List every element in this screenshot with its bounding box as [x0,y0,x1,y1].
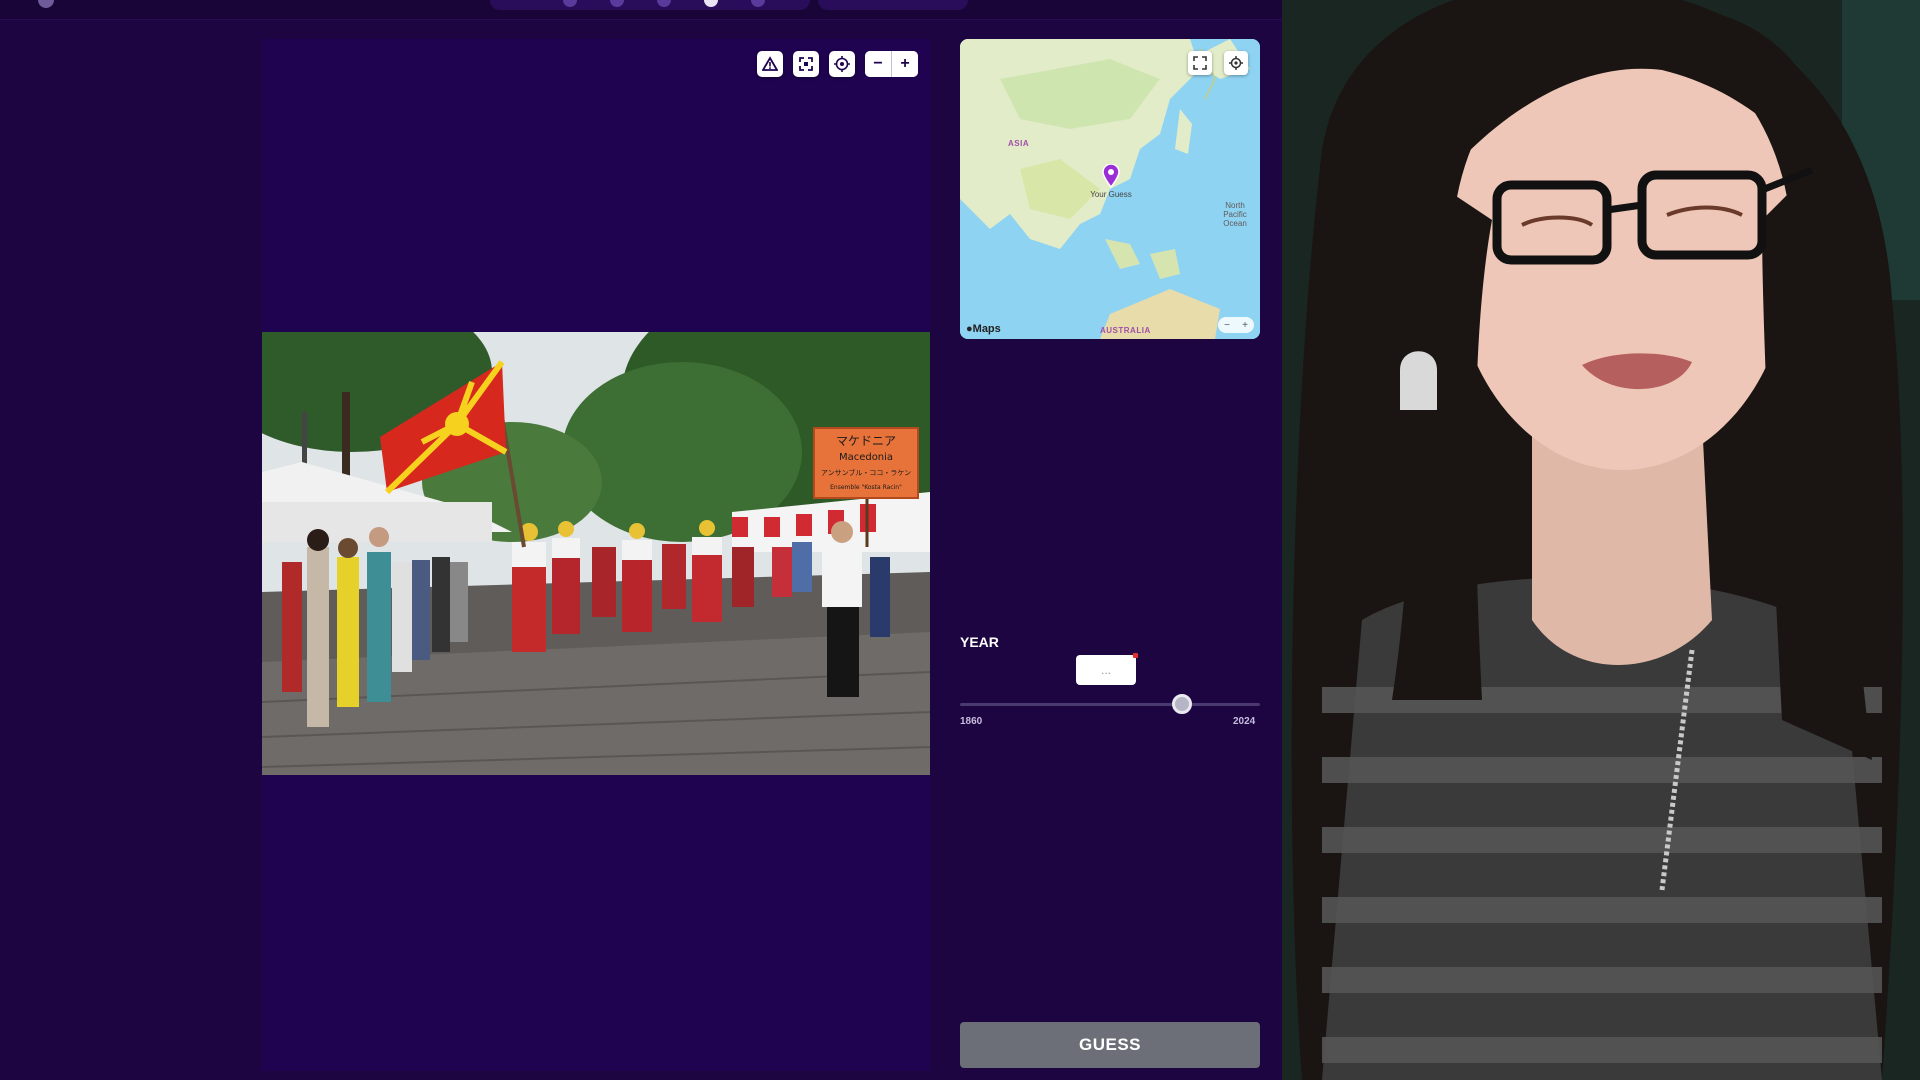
year-label: YEAR [960,634,999,650]
viewer-toolbar: − + [757,51,918,77]
sign-text-ensemble: Ensemble "Kosta Racin" [830,484,902,491]
map-zoom-out-button[interactable]: − [1224,320,1230,331]
map-zoom-controls[interactable]: − + [1218,317,1254,333]
zoom-controls: − + [865,51,918,77]
year-bubble-marker [1133,653,1138,658]
webcam-overlay [1282,0,1920,1080]
map-label-ocean: North Pacific Ocean [1223,201,1247,228]
map-pin-icon[interactable] [1101,163,1121,189]
zoom-out-button[interactable]: − [865,51,891,77]
top-navigation [0,0,1282,20]
year-slider-thumb[interactable] [1172,694,1192,714]
guess-photo[interactable]: マケドニア Macedonia アンサンブル・ココ・ラケン Ensemble "… [262,332,930,775]
map-recenter-icon[interactable] [1224,51,1248,75]
map-pin-label: Your Guess [1090,190,1132,199]
year-slider-max: 2024 [1233,716,1256,727]
map-attribution: ●Maps [966,323,1001,335]
zoom-in-button[interactable]: + [892,51,918,77]
year-value-text: ... [1100,663,1111,677]
sign-text-ensemble-jp: アンサンブル・ココ・ラケン [821,468,911,477]
map-zoom-in-button[interactable]: + [1242,320,1248,331]
map-label-asia: ASIA [1008,139,1030,148]
expand-icon[interactable] [793,51,819,77]
year-slider-track[interactable] [960,703,1260,706]
recenter-icon[interactable] [829,51,855,77]
image-viewer[interactable]: − + マケドニア Macedonia アンサンブル・ココ・ラケン Ensemb… [262,39,930,1071]
menu-icon[interactable] [38,0,54,8]
app-window: − + マケドニア Macedonia アンサンブル・ココ・ラケン Ensemb… [0,0,1282,1080]
year-slider-min: 1860 [960,716,983,727]
year-value-bubble: ... [1076,653,1138,685]
guess-map[interactable]: ASIA AUSTRALIA North Pacific Ocean Your … [960,39,1260,339]
guess-button[interactable]: GUESS [960,1022,1260,1068]
score-pill [818,0,968,10]
sign-text-country: Macedonia [839,452,893,463]
streamer-webcam-image [1282,0,1920,1080]
map-attribution-text: Maps [972,323,1001,335]
map-expand-icon[interactable] [1188,51,1212,75]
sign-text-japanese: マケドニア [836,434,896,448]
festival-parade-image: マケドニア Macedonia アンサンブル・ココ・ラケン Ensemble "… [262,332,930,775]
map-tiles [960,39,1260,339]
map-label-australia: AUSTRALIA [1100,326,1151,335]
apple-logo-icon: ● [966,323,973,335]
warning-triangle-icon[interactable] [757,51,783,77]
